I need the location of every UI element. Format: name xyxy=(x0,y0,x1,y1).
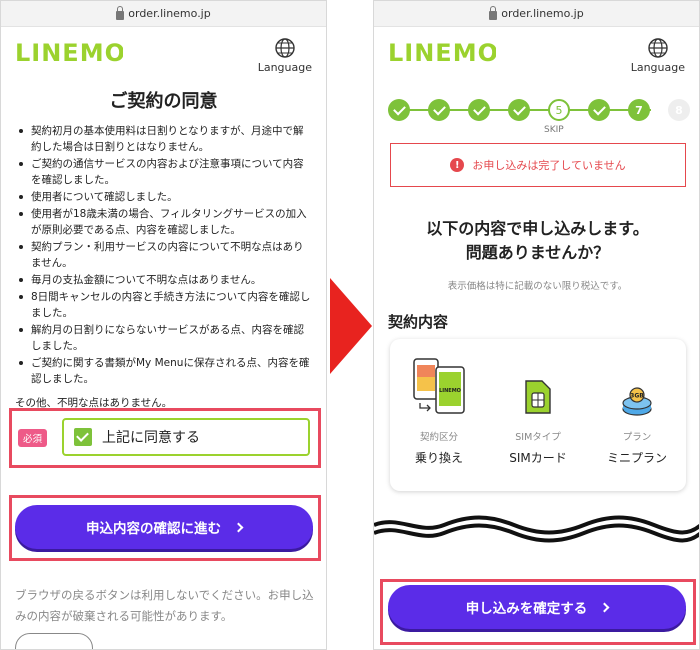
proceed-to-confirm-button[interactable]: 申込内容の確認に進む xyxy=(15,505,313,549)
step-4-done xyxy=(508,99,530,121)
step-2-done xyxy=(428,99,450,121)
phone-switch-icon: LINEMO xyxy=(413,358,465,414)
address-bar[interactable]: order.linemo.jp xyxy=(1,1,326,27)
required-badge: 必須 xyxy=(18,429,48,447)
sim-type-label: SIMタイプ xyxy=(515,432,561,443)
checkbox-checked-icon[interactable] xyxy=(74,428,92,446)
proceed-button-label: 申込内容の確認に進む xyxy=(86,521,221,537)
step-6-done xyxy=(588,99,610,121)
exclamation-icon: ! xyxy=(450,158,465,172)
site-header: LINEMO Language xyxy=(1,27,326,83)
linemo-logo-mark: LINEMO xyxy=(388,39,498,67)
confirm-heading: 以下の内容で申し込みします。 問題ありませんか？ xyxy=(374,217,699,265)
term-item: 使用者が18歳未満の場合、フィルタリングサービスの加入が原則必要である点、内容を… xyxy=(15,206,312,238)
chevron-right-icon xyxy=(599,602,610,612)
confirm-button-label: 申し込みを確定する xyxy=(465,601,588,617)
mini-plan-icon: 3GB xyxy=(622,387,652,416)
contract-type-label: 契約区分 xyxy=(419,432,458,443)
step-3-done xyxy=(468,99,490,121)
contract-type-value: 乗り換え xyxy=(414,451,463,465)
confirm-heading-line2: 問題ありませんか？ xyxy=(465,243,610,262)
confirm-application-button[interactable]: 申し込みを確定する xyxy=(388,585,686,629)
lock-icon xyxy=(489,5,498,20)
term-item: 契約プラン・利用サービスの内容について不明な点はありません。 xyxy=(15,239,312,271)
plan-item: 3GB プラン ミニプラン xyxy=(588,339,686,491)
globe-icon xyxy=(648,37,668,58)
linemo-logo[interactable]: LINEMO xyxy=(388,39,498,71)
arrow-right-icon xyxy=(330,278,372,374)
sim-type-item: SIMタイプ SIMカード xyxy=(489,339,587,491)
term-item: 8日間キャンセルの内容と手続き方法について内容を確認しました。 xyxy=(15,289,312,321)
scroll-break-wave xyxy=(374,515,699,543)
term-item: 使用者について確認しました。 xyxy=(15,189,312,205)
contract-type-item: LINEMO 契約区分 乗り換え xyxy=(390,339,488,491)
language-switcher[interactable]: Language xyxy=(631,37,685,74)
skip-label: SKIP xyxy=(544,125,564,135)
term-item: 毎月の支払金額について不明な点はありません。 xyxy=(15,272,312,288)
back-button[interactable] xyxy=(15,633,93,649)
address-bar[interactable]: order.linemo.jp xyxy=(374,1,699,27)
step-7-active: 7 xyxy=(628,99,650,121)
svg-text:3GB: 3GB xyxy=(630,393,644,400)
sim-card-icon xyxy=(525,380,551,414)
agree-highlight: 必須 上記に同意する xyxy=(9,408,321,468)
language-label: Language xyxy=(630,60,685,74)
agree-label: 上記に同意する xyxy=(102,430,200,446)
progress-steps: 5 7 8 SKIP xyxy=(388,99,690,139)
contract-summary-card: LINEMO 契約区分 乗り換え SIMタイプ SIMカード 3GB プラン ミ… xyxy=(390,339,686,491)
plan-label: プラン xyxy=(622,432,652,443)
language-switcher[interactable]: Language xyxy=(258,37,312,74)
term-item: ご契約の通信サービスの内容および注意事項について内容を確認しました。 xyxy=(15,156,312,188)
confirm-heading-line1: 以下の内容で申し込みします。 xyxy=(426,219,649,238)
url-text: order.linemo.jp xyxy=(501,7,584,20)
svg-text:LINEMO: LINEMO xyxy=(439,388,461,394)
chevron-right-icon xyxy=(233,522,244,532)
tax-note: 表示価格は特に記載のない限り税込です。 xyxy=(447,281,628,292)
step-8-pending: 8 xyxy=(668,99,690,121)
globe-icon xyxy=(275,37,295,58)
linemo-logo[interactable]: LINEMO xyxy=(15,39,125,71)
agree-checkbox-field[interactable]: 上記に同意する xyxy=(62,418,310,456)
terms-list: 契約初月の基本使用料は日割りとなりますが、月途中で解約した場合は日割りとはなりま… xyxy=(1,123,326,411)
incomplete-alert: ! お申し込みは完了していません xyxy=(390,143,686,187)
plan-value: ミニプラン xyxy=(606,451,667,465)
contract-section-title: 契約内容 xyxy=(388,313,449,331)
site-header: LINEMO Language xyxy=(374,27,699,83)
step-5-skipped: 5 xyxy=(548,99,570,121)
consent-screen: order.linemo.jp LINEMO Language ご契約の同意 契… xyxy=(0,0,327,650)
step-1-done xyxy=(388,99,410,121)
svg-text:LINEMO: LINEMO xyxy=(388,39,496,65)
svg-text:LINEMO: LINEMO xyxy=(15,39,123,65)
language-label: Language xyxy=(257,60,312,74)
confirmation-screen: order.linemo.jp LINEMO Language 5 7 8 SK… xyxy=(373,0,700,650)
lock-icon xyxy=(116,5,125,20)
page-title: ご契約の同意 xyxy=(109,91,218,112)
term-item: 解約月の日割りにならないサービスがある点、内容を確認しました。 xyxy=(15,322,312,354)
term-item: 契約初月の基本使用料は日割りとなりますが、月途中で解約した場合は日割りとはなりま… xyxy=(15,123,312,155)
linemo-logo-mark: LINEMO xyxy=(15,39,125,67)
alert-text: お申し込みは完了していません xyxy=(472,159,626,172)
url-text: order.linemo.jp xyxy=(128,7,211,20)
sim-type-value: SIMカード xyxy=(509,451,567,465)
term-item: ご契約に関する書類がMy Menuに保存される点、内容を確認しました。 xyxy=(15,355,312,387)
browser-back-note: ブラウザの戻るボタンは利用しないでください。お申し込みの内容が破棄される可能性が… xyxy=(15,588,314,623)
